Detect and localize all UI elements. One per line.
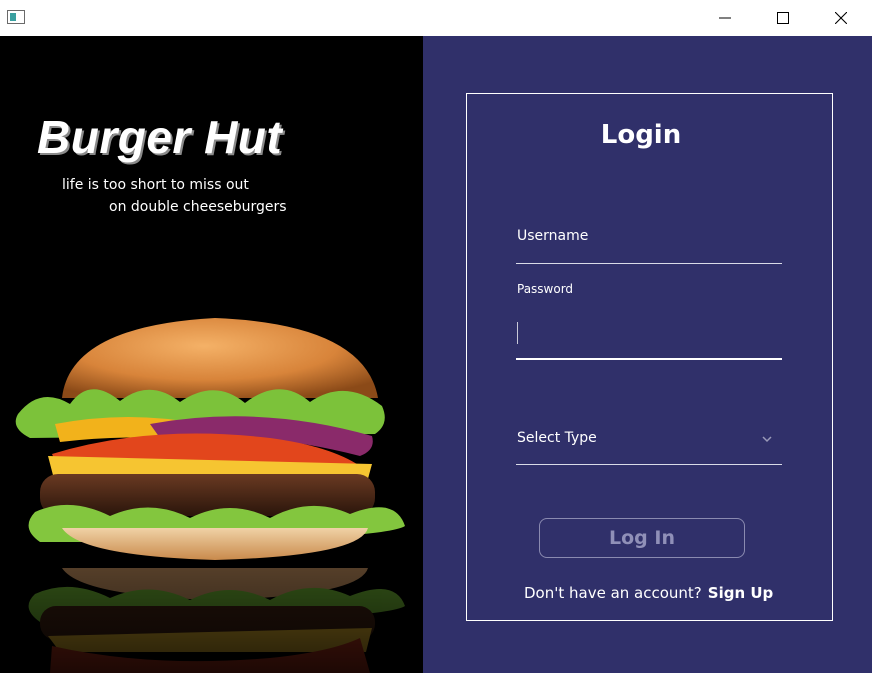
close-icon bbox=[835, 12, 847, 24]
login-title: Login bbox=[600, 120, 682, 150]
window-titlebar bbox=[0, 0, 872, 36]
tagline-line-1: life is too short to miss out bbox=[62, 177, 249, 193]
close-button[interactable] bbox=[812, 0, 870, 36]
maximize-button[interactable] bbox=[754, 0, 812, 36]
tagline-line-2: on double cheeseburgers bbox=[109, 199, 287, 215]
app-window-icon bbox=[7, 10, 25, 24]
login-panel: Login Username Password Select Type Log … bbox=[423, 36, 872, 673]
username-field[interactable]: Username bbox=[516, 222, 782, 264]
double-cheeseburger-image bbox=[0, 318, 423, 673]
signup-prompt: Don't have an account? bbox=[524, 584, 702, 602]
login-button[interactable]: Log In bbox=[539, 518, 745, 558]
username-label: Username bbox=[517, 228, 589, 244]
hero-panel: Burger Hut life is too short to miss out… bbox=[0, 36, 423, 673]
password-label: Password bbox=[517, 282, 574, 296]
select-type-label: Select Type bbox=[517, 430, 597, 446]
brand-title: Burger Hut bbox=[37, 111, 283, 163]
password-field[interactable] bbox=[516, 314, 782, 360]
chevron-down-icon bbox=[762, 436, 772, 443]
login-card: Login Username Password Select Type Log … bbox=[466, 93, 833, 621]
maximize-icon bbox=[777, 12, 789, 24]
minimize-button[interactable] bbox=[696, 0, 754, 36]
signup-link[interactable]: Sign Up bbox=[708, 584, 774, 602]
signup-row: Don't have an account? Sign Up bbox=[524, 584, 773, 602]
user-type-select[interactable]: Select Type bbox=[516, 420, 782, 465]
minimize-icon bbox=[719, 17, 731, 19]
text-caret bbox=[517, 322, 518, 344]
